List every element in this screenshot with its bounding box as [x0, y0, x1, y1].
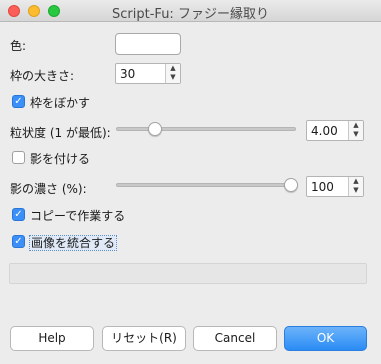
check-icon: ✓: [14, 209, 23, 220]
granularity-slider-track[interactable]: [116, 127, 296, 131]
flatten-image-label[interactable]: 画像を統合する: [28, 235, 118, 251]
check-icon: ✓: [14, 236, 23, 247]
border-size-label: 枠の大きさ:: [10, 69, 75, 83]
color-picker-button[interactable]: [115, 33, 181, 55]
color-label: 色:: [10, 39, 27, 53]
ok-button[interactable]: OK: [284, 326, 367, 351]
granularity-slider-handle[interactable]: [148, 122, 162, 136]
title-bar: Script-Fu: ファジー縁取り: [0, 0, 381, 22]
flatten-image-checkbox[interactable]: ✓: [12, 235, 25, 248]
spin-up-icon[interactable]: ▲: [349, 121, 363, 130]
reset-button[interactable]: リセット(R): [102, 326, 186, 351]
shadow-checkbox[interactable]: [12, 151, 25, 164]
window-title: Script-Fu: ファジー縁取り: [112, 7, 269, 22]
granularity-value[interactable]: 4.00: [311, 124, 338, 138]
border-size-spinbox[interactable]: 30 ▲ ▼: [115, 63, 181, 84]
granularity-stepper[interactable]: ▲ ▼: [348, 121, 363, 140]
spin-down-icon[interactable]: ▼: [349, 186, 363, 195]
work-on-copy-label[interactable]: コピーで作業する: [30, 207, 125, 224]
border-size-value[interactable]: 30: [120, 67, 135, 81]
work-on-copy-checkbox[interactable]: ✓: [12, 208, 25, 221]
granularity-spinbox[interactable]: 4.00 ▲ ▼: [306, 120, 364, 141]
spin-up-icon[interactable]: ▲: [166, 64, 180, 73]
granularity-label: 粒状度 (1 が最低):: [10, 126, 111, 140]
progress-bar: [9, 263, 367, 284]
blur-label[interactable]: 枠をぼかす: [30, 94, 90, 111]
script-fu-dialog: Script-Fu: ファジー縁取り 色: 枠の大きさ: 30 ▲ ▼ ✓ 枠を…: [0, 0, 381, 364]
cancel-button[interactable]: Cancel: [193, 326, 277, 351]
check-icon: ✓: [14, 96, 23, 107]
blur-checkbox[interactable]: ✓: [12, 95, 25, 108]
shadow-weight-label: 影の濃さ (%):: [10, 182, 87, 196]
shadow-weight-slider-track[interactable]: [116, 183, 296, 187]
spin-up-icon[interactable]: ▲: [349, 177, 363, 186]
shadow-weight-spinbox[interactable]: 100 ▲ ▼: [306, 176, 364, 197]
shadow-label[interactable]: 影を付ける: [30, 150, 90, 167]
shadow-weight-stepper[interactable]: ▲ ▼: [348, 177, 363, 196]
border-size-stepper[interactable]: ▲ ▼: [165, 64, 180, 83]
spin-down-icon[interactable]: ▼: [166, 73, 180, 82]
shadow-weight-slider-handle[interactable]: [284, 178, 298, 192]
spin-down-icon[interactable]: ▼: [349, 130, 363, 139]
help-button[interactable]: Help: [10, 326, 94, 351]
shadow-weight-value[interactable]: 100: [311, 180, 334, 194]
